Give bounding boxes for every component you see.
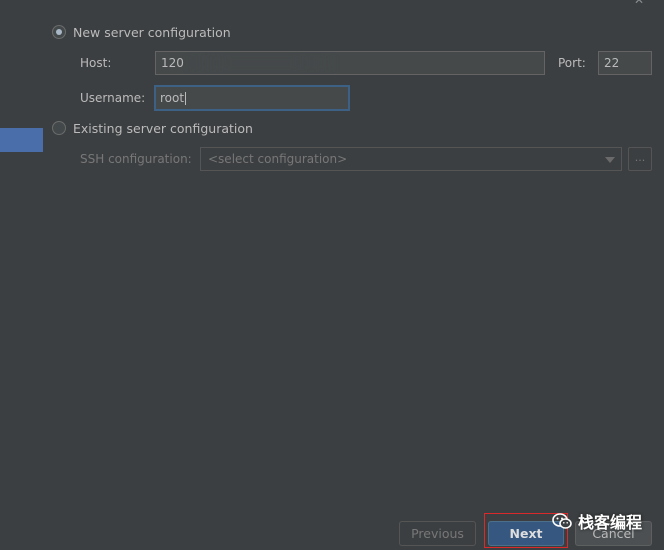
watermark: 栈客编程 [552, 509, 642, 533]
existing-server-label: Existing server configuration [73, 120, 253, 136]
new-server-label: New server configuration [73, 24, 231, 40]
new-server-radio[interactable] [52, 25, 66, 39]
username-label: Username: [80, 91, 146, 105]
wechat-icon [552, 512, 572, 529]
previous-button[interactable]: Previous [399, 521, 476, 546]
ssh-server-dialog: ✕ New server configuration Host: 120 Por… [0, 0, 664, 550]
username-value: root [160, 91, 185, 105]
sidebar-selected-item[interactable] [0, 128, 43, 152]
ssh-configuration-placeholder: <select configuration> [208, 152, 348, 166]
text-caret [185, 92, 187, 105]
ssh-configuration-label: SSH configuration: [80, 152, 192, 166]
port-input[interactable]: 22 [598, 51, 652, 75]
close-icon[interactable]: ✕ [634, 0, 646, 6]
host-obscured-mask [186, 56, 336, 70]
host-label: Host: [80, 56, 112, 70]
new-server-option[interactable]: New server configuration [52, 23, 231, 41]
username-input[interactable]: root [154, 85, 350, 111]
browse-configuration-button[interactable]: ... [628, 147, 652, 171]
ssh-configuration-select[interactable]: <select configuration> [200, 147, 622, 171]
port-label: Port: [558, 56, 586, 70]
chevron-down-icon [605, 157, 615, 163]
host-value: 120 [161, 56, 184, 70]
existing-server-radio[interactable] [52, 121, 66, 135]
existing-server-option[interactable]: Existing server configuration [52, 119, 253, 137]
port-value: 22 [604, 56, 620, 70]
watermark-text: 栈客编程 [578, 513, 643, 532]
